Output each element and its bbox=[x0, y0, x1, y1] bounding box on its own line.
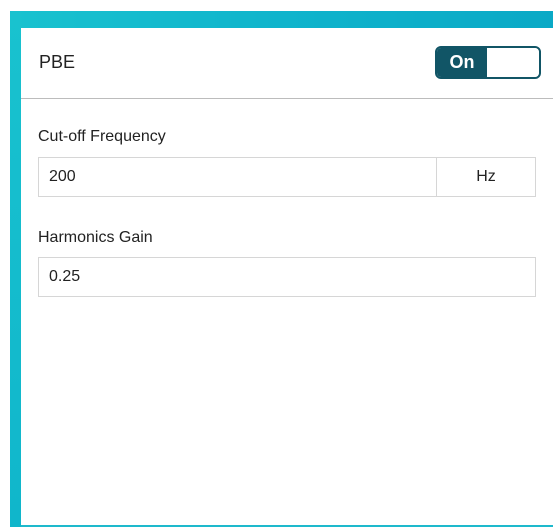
frame-top-border bbox=[10, 11, 553, 28]
pbe-panel: PBE On Cut-off Frequency 200 Hz Harmonic… bbox=[21, 28, 553, 527]
panel-title: PBE bbox=[39, 52, 76, 72]
cutoff-frequency-label: Cut-off Frequency bbox=[38, 128, 166, 145]
cutoff-frequency-unit: Hz bbox=[436, 157, 536, 197]
frame-left-border bbox=[10, 11, 21, 527]
app-frame: PBE On Cut-off Frequency 200 Hz Harmonic… bbox=[0, 0, 553, 527]
cutoff-frequency-input[interactable]: 200 bbox=[38, 157, 437, 197]
harmonics-gain-label: Harmonics Gain bbox=[38, 229, 153, 246]
toggle-knob bbox=[487, 48, 539, 77]
cutoff-frequency-value: 200 bbox=[49, 168, 76, 185]
pbe-toggle[interactable]: On bbox=[435, 46, 541, 79]
panel-header: PBE On bbox=[21, 28, 553, 99]
harmonics-gain-input[interactable]: 0.25 bbox=[38, 257, 536, 297]
harmonics-gain-value: 0.25 bbox=[49, 268, 81, 285]
toggle-on-label: On bbox=[437, 48, 487, 77]
